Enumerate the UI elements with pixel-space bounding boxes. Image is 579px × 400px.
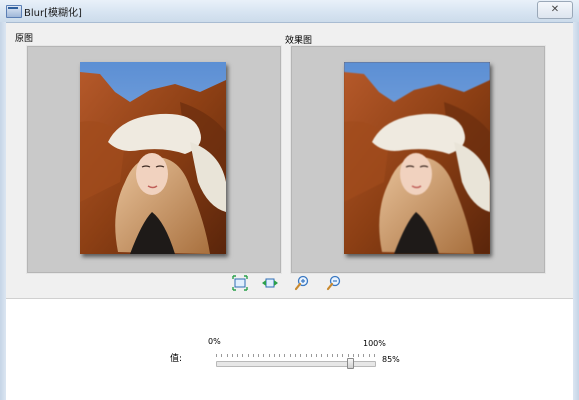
- original-photo: [80, 62, 226, 254]
- settings-area: 值: 0% 100% 85%: [6, 298, 573, 400]
- original-image-label: 原图: [15, 34, 34, 44]
- slider-tick: [248, 354, 249, 357]
- effect-photo: [344, 62, 490, 254]
- slider-tick: [279, 354, 280, 357]
- zoom-out-icon[interactable]: [326, 275, 342, 291]
- slider-tick: [227, 354, 228, 357]
- slider-tick: [311, 354, 312, 357]
- slider-tick: [374, 354, 375, 357]
- slider-max-label: 100%: [363, 339, 386, 348]
- slider-tick: [316, 354, 317, 357]
- slider-tick: [369, 354, 370, 357]
- original-preview-panel: [26, 45, 282, 274]
- slider-tick: [300, 354, 301, 357]
- slider-tick: [332, 354, 333, 357]
- slider-value-label: 85%: [382, 355, 400, 364]
- blur-amount-slider[interactable]: [216, 354, 376, 369]
- slider-tick: [348, 354, 349, 357]
- slider-tick: [269, 354, 270, 357]
- slider-tick: [321, 354, 322, 357]
- slider-tick: [253, 354, 254, 357]
- slider-tick: [363, 354, 364, 357]
- value-label: 值:: [170, 354, 183, 364]
- actual-size-icon[interactable]: [262, 275, 278, 291]
- slider-tick: [327, 354, 328, 357]
- slider-tick: [221, 354, 222, 357]
- blur-dialog-window: Blur[模糊化] ✕ 原图 效果图 值: 0% 100% 85%: [0, 0, 579, 400]
- slider-tick: [290, 354, 291, 357]
- close-button[interactable]: ✕: [537, 1, 573, 19]
- slider-tick: [306, 354, 307, 357]
- slider-tick: [358, 354, 359, 357]
- slider-tick: [342, 354, 343, 357]
- effect-preview-panel: [290, 45, 546, 274]
- slider-tick: [263, 354, 264, 357]
- slider-tick: [232, 354, 233, 357]
- fit-window-icon[interactable]: [232, 275, 248, 291]
- slider-tick: [295, 354, 296, 357]
- slider-tick: [258, 354, 259, 357]
- slider-thumb[interactable]: [347, 358, 354, 369]
- slider-tick: [284, 354, 285, 357]
- slider-tick: [337, 354, 338, 357]
- slider-tick: [353, 354, 354, 357]
- window-border-right: [573, 22, 579, 400]
- slider-tick: [274, 354, 275, 357]
- dialog-client-area: 原图 效果图 值: 0% 100% 85%: [6, 23, 573, 400]
- title-bar[interactable]: Blur[模糊化] ✕: [0, 0, 579, 23]
- zoom-in-icon[interactable]: [294, 275, 310, 291]
- window-title: Blur[模糊化]: [24, 8, 82, 19]
- slider-tick: [242, 354, 243, 357]
- slider-tick: [216, 354, 217, 357]
- slider-min-label: 0%: [208, 337, 221, 346]
- slider-tick: [237, 354, 238, 357]
- app-window-icon: [6, 5, 22, 18]
